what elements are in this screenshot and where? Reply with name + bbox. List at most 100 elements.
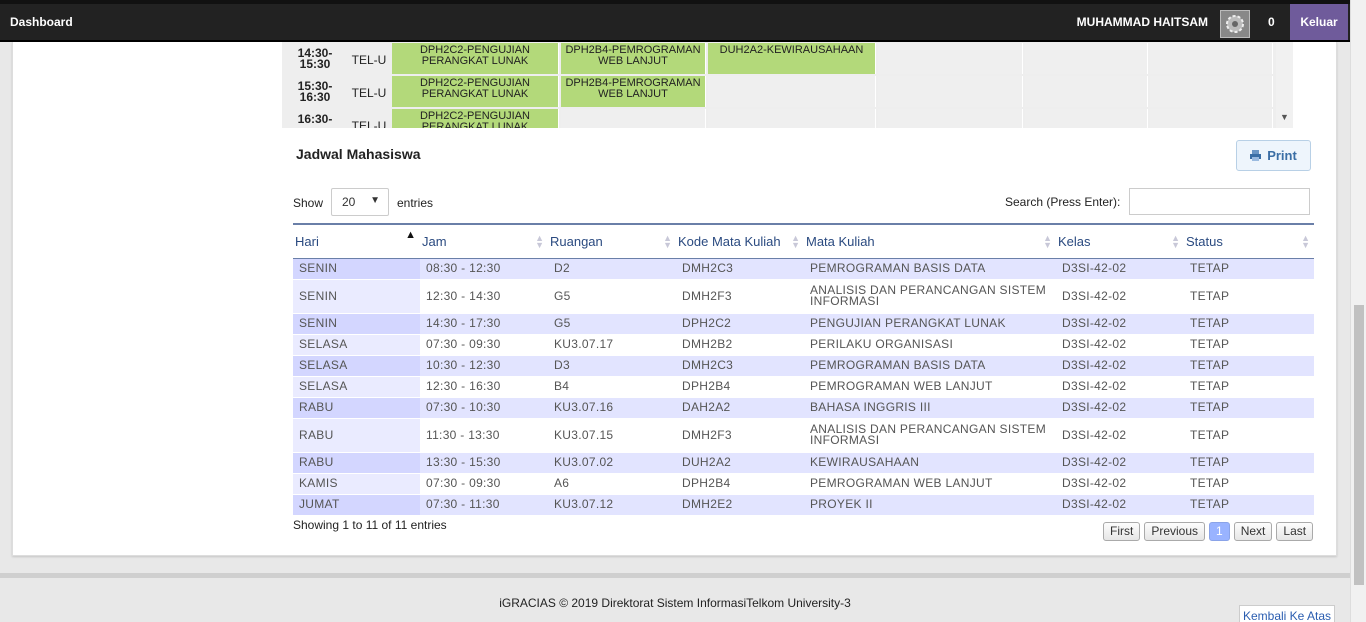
table-cell: D3SI-42-02	[1056, 313, 1184, 335]
grid-cell[interactable]: DPH2C2-PENGUJIAN PERANGKAT LUNAK	[392, 109, 559, 128]
table-row[interactable]: KAMIS 07:30 - 09:30 A6 DPH2B4 PEMROGRAMAN WE…	[293, 473, 1314, 495]
table-cell: D3SI-42-02	[1056, 397, 1184, 419]
gear-icon	[1226, 15, 1244, 33]
col-hari-label: Hari	[295, 233, 319, 249]
grid-cell	[1025, 109, 1148, 128]
grid-cell	[1150, 43, 1273, 74]
table-cell: 07:30 - 09:30	[420, 473, 548, 495]
logout-button[interactable]: Keluar	[1290, 4, 1348, 40]
table-row[interactable]: JUMAT 07:30 - 11:30 KU3.07.12 DMH2E2 PROYEK …	[293, 494, 1314, 516]
table-row[interactable]: RABU 07:30 - 10:30 KU3.07.16 DAH2A2 BAHASA I…	[293, 397, 1314, 419]
table-cell: RABU	[293, 418, 420, 453]
avatar[interactable]	[1220, 10, 1250, 38]
print-button[interactable]: Print	[1236, 140, 1311, 171]
table-cell: TETAP	[1184, 418, 1314, 453]
search-input[interactable]	[1129, 188, 1310, 215]
table-cell: DPH2C2	[676, 313, 804, 335]
table-cell: DMH2B2	[676, 334, 804, 356]
sort-icon: ▲ ▼	[1043, 233, 1052, 250]
table-cell: D3SI-42-02	[1056, 334, 1184, 356]
table-row[interactable]: SELASA 10:30 - 12:30 D3 DMH2C3 PEMROGRAMAN B…	[293, 355, 1314, 377]
table-cell: PEMROGRAMAN BASIS DATA	[804, 258, 1056, 280]
last-page-button[interactable]: Last	[1276, 522, 1314, 541]
table-row[interactable]: SELASA 12:30 - 16:30 B4 DPH2B4 PEMROGRAMAN W…	[293, 376, 1314, 398]
grid-cell[interactable]: DPH2C2-PENGUJIAN PERANGKAT LUNAK	[392, 76, 559, 107]
table-cell: D3SI-42-02	[1056, 355, 1184, 377]
grid-scrollbar[interactable]: ▼	[1276, 42, 1293, 128]
table-cell: 11:30 - 13:30	[420, 418, 548, 453]
col-jam-label: Jam	[422, 233, 447, 249]
table-header-row: Hari ▲ Jam ▲ ▼ Ruangan ▲ ▼ Kode Mata Kuliah ▲ ▼…	[293, 223, 1314, 259]
page-scrollbar[interactable]	[1350, 0, 1366, 622]
col-hari[interactable]: Hari ▲	[293, 223, 420, 259]
table-row[interactable]: SENIN 12:30 - 14:30 G5 DMH2F3 ANALISIS DAN P…	[293, 279, 1314, 314]
col-mata-kuliah[interactable]: Mata Kuliah ▲ ▼	[804, 223, 1056, 259]
page-size-select[interactable]: 20 ▼	[331, 188, 389, 216]
table-row[interactable]: SENIN 14:30 - 17:30 G5 DPH2C2 PENGUJIAN PERA…	[293, 313, 1314, 335]
table-cell: SENIN	[293, 258, 420, 280]
grid-cell	[878, 43, 1023, 74]
table-cell: DPH2B4	[676, 376, 804, 398]
table-cell: SELASA	[293, 334, 420, 356]
col-mata-kuliah-label: Mata Kuliah	[806, 233, 875, 249]
table-cell: D3	[548, 355, 676, 377]
page-1-button[interactable]: 1	[1209, 522, 1230, 541]
top-navbar: Dashboard MUHAMMAD HAITSAM 0 Keluar	[0, 0, 1350, 42]
col-ruangan[interactable]: Ruangan ▲ ▼	[548, 223, 676, 259]
table-cell: D3SI-42-02	[1056, 376, 1184, 398]
caret-down-icon: ▼	[370, 195, 380, 206]
table-cell: A6	[548, 473, 676, 495]
grid-time: 15:30- 16:30	[297, 79, 333, 104]
col-kode[interactable]: Kode Mata Kuliah ▲ ▼	[676, 223, 804, 259]
table-cell: 08:30 - 12:30	[420, 258, 548, 280]
footer-copyright: iGRACIAS © 2019 Direktorat Sistem Inform…	[499, 596, 851, 610]
sort-icon: ▲ ▼	[1171, 233, 1180, 250]
table-cell: D3SI-42-02	[1056, 418, 1184, 453]
grid-cell	[708, 109, 876, 128]
entries-label: entries	[397, 196, 434, 210]
table-cell: TETAP	[1184, 313, 1314, 335]
table-row[interactable]: RABU 11:30 - 13:30 KU3.07.15 DMH2F3 ANALISIS…	[293, 418, 1314, 453]
table-info: Showing 1 to 11 of 11 entries	[293, 518, 447, 532]
grid-cell[interactable]: DPH2B4-PEMROGRAMAN WEB LANJUT	[561, 76, 706, 107]
table-row[interactable]: SELASA 07:30 - 09:30 KU3.07.17 DMH2B2 PERILA…	[293, 334, 1314, 356]
grid-cell	[878, 76, 1023, 107]
grid-cell[interactable]: DPH2B4-PEMROGRAMAN WEB LANJUT	[561, 43, 706, 74]
page-size-value: 20	[342, 195, 356, 209]
next-page-button[interactable]: Next	[1233, 522, 1273, 541]
col-kode-label: Kode Mata Kuliah	[678, 233, 781, 249]
sort-icon: ▲ ▼	[791, 233, 800, 250]
table-cell: 14:30 - 17:30	[420, 313, 548, 335]
scroll-down-icon[interactable]: ▼	[1280, 112, 1289, 122]
table-cell: 07:30 - 10:30	[420, 397, 548, 419]
table-cell: DUH2A2	[676, 452, 804, 474]
user-name[interactable]: MUHAMMAD HAITSAM	[1077, 15, 1208, 29]
dashboard-link[interactable]: Dashboard	[10, 15, 73, 29]
table-row[interactable]: RABU 13:30 - 15:30 KU3.07.02 DUH2A2 KEWIRAUS…	[293, 452, 1314, 474]
panel-title: Jadwal Mahasiswa	[296, 146, 421, 162]
print-label: Print	[1267, 148, 1297, 163]
table-cell: TETAP	[1184, 334, 1314, 356]
table-cell: BAHASA INGGRIS III	[804, 397, 1056, 419]
first-page-button[interactable]: First	[1103, 522, 1141, 541]
page-scrollbar-thumb[interactable]	[1354, 305, 1364, 585]
notification-count[interactable]: 0	[1268, 15, 1275, 29]
col-status[interactable]: Status ▲ ▼	[1184, 223, 1314, 259]
table-cell: G5	[548, 313, 676, 335]
col-kelas[interactable]: Kelas ▲ ▼	[1056, 223, 1184, 259]
grid-cell[interactable]: DUH2A2-KEWIRAUSAHAAN	[708, 43, 876, 74]
table-cell: PEMROGRAMAN WEB LANJUT	[804, 376, 1056, 398]
sort-asc-icon: ▲	[405, 229, 416, 241]
table-cell: DAH2A2	[676, 397, 804, 419]
col-jam[interactable]: Jam ▲ ▼	[420, 223, 548, 259]
back-to-top-link[interactable]: Kembali Ke Atas	[1239, 605, 1335, 622]
table-row[interactable]: SENIN 08:30 - 12:30 D2 DMH2C3 PEMROGRAMAN BA…	[293, 258, 1314, 280]
schedule-grid[interactable]: 14:30- 15:30 TEL-U DPH2C2-PENGUJIAN PERANG…	[282, 42, 1293, 128]
table-cell: JUMAT	[293, 494, 420, 516]
table-cell: RABU	[293, 397, 420, 419]
table-cell: TETAP	[1184, 376, 1314, 398]
table-cell: G5	[548, 279, 676, 314]
previous-page-button[interactable]: Previous	[1144, 522, 1206, 541]
schedule-table: Hari ▲ Jam ▲ ▼ Ruangan ▲ ▼ Kode Mata Kuliah ▲ ▼…	[293, 223, 1314, 516]
grid-cell[interactable]: DPH2C2-PENGUJIAN PERANGKAT LUNAK	[392, 43, 559, 74]
